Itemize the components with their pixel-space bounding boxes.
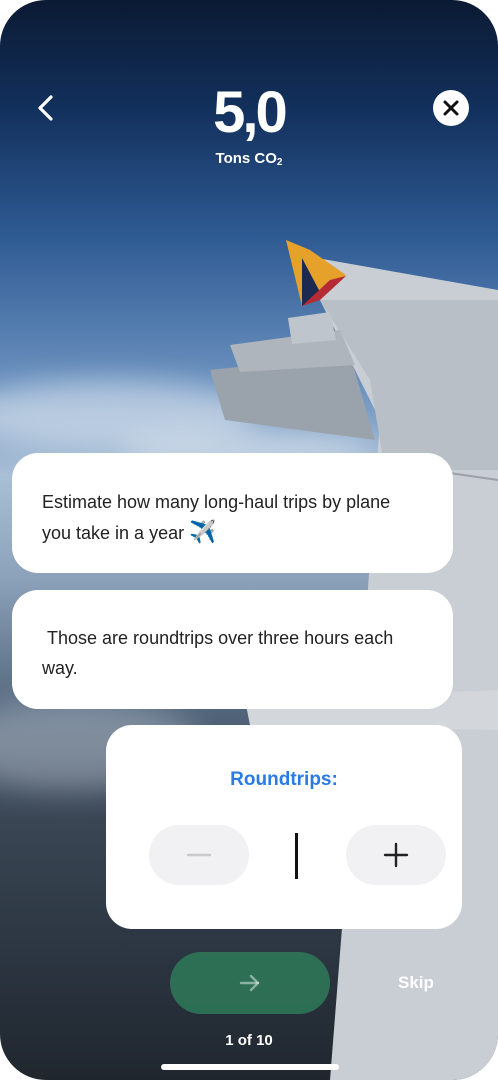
screen: 5,0 Tons CO2 Estimate how many long-haul… <box>0 0 498 1080</box>
co2-unit-subscript: 2 <box>276 157 283 168</box>
minus-icon <box>186 853 212 857</box>
skip-button[interactable]: Skip <box>398 973 434 993</box>
arrow-right-icon <box>239 974 260 992</box>
co2-unit-text: Tons CO <box>215 150 277 167</box>
close-icon <box>443 100 459 116</box>
co2-score-unit: Tons CO2 <box>0 150 498 168</box>
co2-score-value: 5,0 <box>213 80 288 145</box>
decrement-button[interactable] <box>149 825 249 885</box>
close-button[interactable] <box>433 90 469 126</box>
next-button[interactable] <box>170 952 330 1014</box>
question-bubble: Estimate how many long-haul trips by pla… <box>12 453 453 573</box>
progress-indicator: 1 of 10 <box>225 1032 273 1049</box>
roundtrips-input-card: Roundtrips: <box>106 725 462 929</box>
home-indicator[interactable] <box>161 1064 339 1070</box>
roundtrips-label: Roundtrips: <box>230 769 338 790</box>
plus-icon <box>383 842 409 868</box>
airplane-emoji-icon: ✈️ <box>189 519 217 544</box>
increment-button[interactable] <box>346 825 446 885</box>
hint-bubble: Those are roundtrips over three hours ea… <box>12 590 453 709</box>
hint-text: Those are roundtrips over three hours ea… <box>42 628 399 678</box>
roundtrips-value-input[interactable] <box>295 833 298 879</box>
